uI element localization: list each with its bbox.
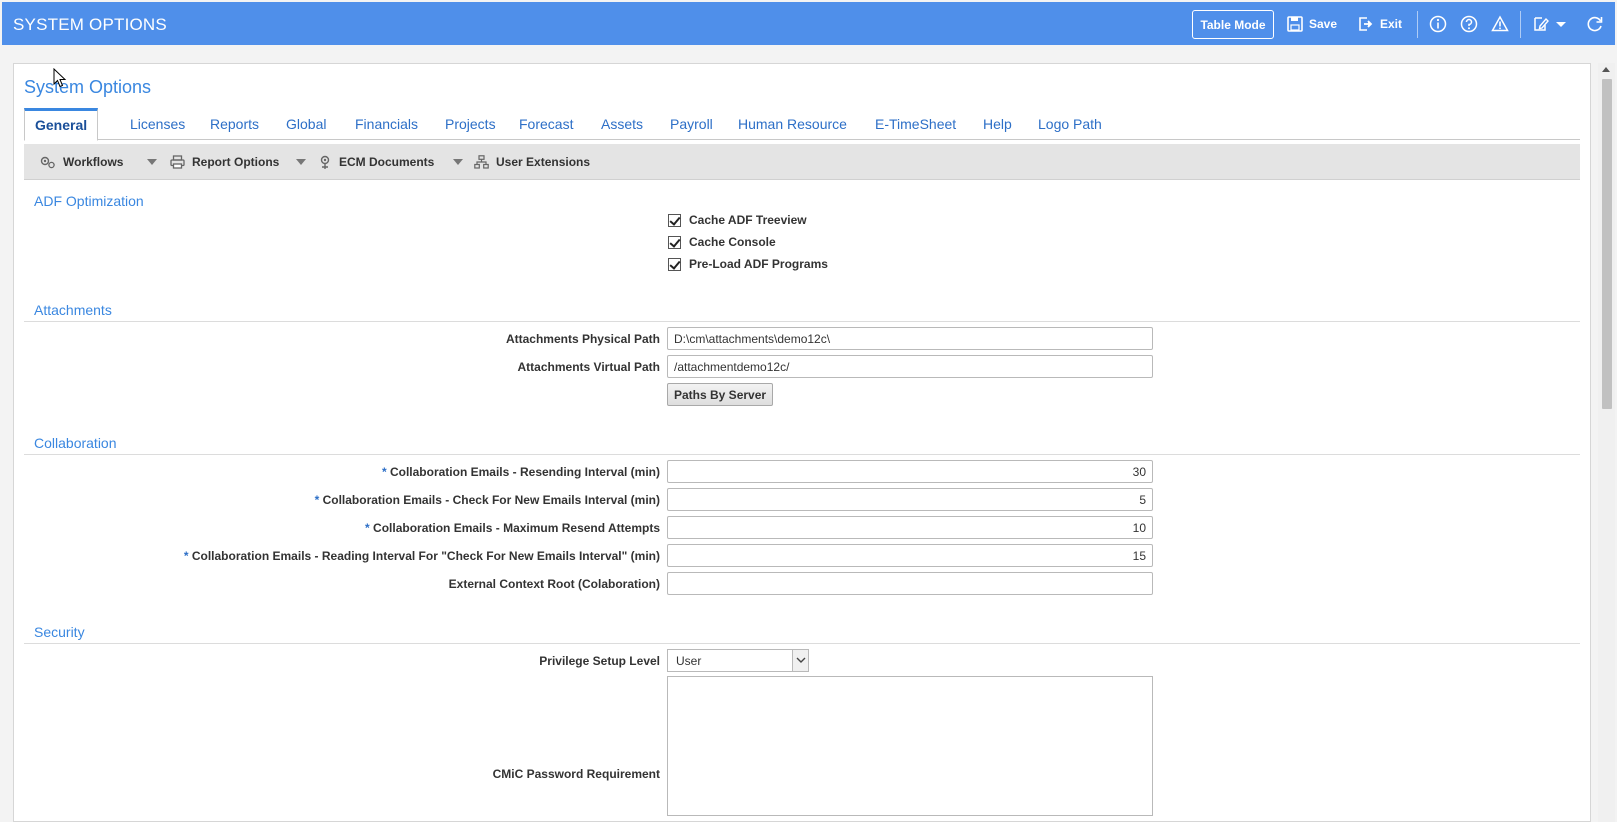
section-divider — [24, 643, 1580, 644]
max-resend-text: Collaboration Emails - Maximum Resend At… — [373, 521, 660, 535]
tab-logo-path[interactable]: Logo Path — [1038, 108, 1102, 140]
refresh-icon[interactable] — [1586, 15, 1604, 33]
table-mode-button[interactable]: Table Mode — [1192, 10, 1274, 39]
max-resend-input[interactable] — [667, 516, 1153, 539]
save-icon — [1287, 16, 1303, 32]
attachments-virtual-path-label: Attachments Virtual Path — [517, 360, 660, 374]
app-header: SYSTEM OPTIONS Table Mode Save Exit — [2, 2, 1615, 45]
section-attachments: Attachments — [34, 302, 112, 318]
privilege-setup-level-label: Privilege Setup Level — [539, 654, 660, 668]
tab-forecast[interactable]: Forecast — [519, 108, 573, 140]
workflows-dropdown-icon[interactable] — [147, 159, 157, 165]
resend-interval-label: * Collaboration Emails - Resending Inter… — [382, 465, 660, 479]
report-options-label: Report Options — [192, 155, 280, 169]
cache-adf-treeview-checkbox[interactable]: Cache ADF Treeview — [668, 213, 807, 227]
section-security: Security — [34, 624, 85, 640]
tab-human-resource[interactable]: Human Resource — [738, 108, 847, 140]
section-divider — [24, 321, 1580, 322]
tab-financials[interactable]: Financials — [355, 108, 418, 140]
gears-icon — [40, 156, 55, 169]
report-options-dropdown-icon[interactable] — [296, 159, 306, 165]
required-marker: * — [183, 549, 189, 563]
tab-payroll[interactable]: Payroll — [670, 108, 713, 140]
section-collaboration: Collaboration — [34, 435, 117, 451]
sub-toolbar: Workflows Report Options ECM Documents U… — [24, 144, 1580, 180]
check-interval-input[interactable] — [667, 488, 1153, 511]
toolbar-divider — [1417, 11, 1418, 38]
chevron-down-icon[interactable] — [1555, 15, 1567, 33]
paths-by-server-button[interactable]: Paths By Server — [667, 383, 774, 406]
page-title: System Options — [24, 77, 152, 97]
ecm-documents-dropdown-icon[interactable] — [453, 159, 463, 165]
save-button[interactable]: Save — [1287, 14, 1337, 34]
exit-button[interactable]: Exit — [1358, 14, 1402, 34]
privilege-setup-level-select[interactable]: User — [667, 649, 809, 672]
checkbox-checked-icon — [668, 213, 681, 227]
hierarchy-icon — [474, 155, 489, 169]
tab-projects[interactable]: Projects — [445, 108, 496, 140]
reading-interval-text: Collaboration Emails - Reading Interval … — [191, 549, 660, 563]
workflows-label: Workflows — [63, 155, 124, 169]
privilege-setup-level-value: User — [676, 654, 702, 668]
toolbar-divider — [1520, 11, 1521, 38]
cache-console-checkbox[interactable]: Cache Console — [668, 235, 776, 249]
exit-icon — [1359, 17, 1373, 31]
tab-e-timesheet[interactable]: E-TimeSheet — [875, 108, 956, 140]
checkbox-checked-icon — [668, 257, 681, 271]
ecm-documents-label: ECM Documents — [339, 155, 435, 169]
save-label: Save — [1309, 17, 1338, 31]
ecm-icon — [320, 155, 330, 169]
preload-adf-programs-checkbox[interactable]: Pre-Load ADF Programs — [668, 257, 828, 271]
scrollbar-thumb[interactable] — [1602, 79, 1612, 409]
reading-interval-label: * Collaboration Emails - Reading Interva… — [184, 549, 660, 563]
resend-interval-text: Collaboration Emails - Resending Interva… — [389, 465, 660, 479]
report-options-menu[interactable]: Report Options — [170, 144, 279, 180]
checkbox-checked-icon — [668, 235, 681, 249]
window-title: SYSTEM OPTIONS — [13, 15, 167, 34]
required-marker: * — [381, 465, 387, 479]
tab-licenses[interactable]: Licenses — [130, 108, 185, 140]
user-extensions-menu[interactable]: User Extensions — [474, 144, 590, 180]
printer-icon — [170, 155, 185, 169]
ecm-documents-menu[interactable]: ECM Documents — [318, 144, 434, 180]
check-interval-text: Collaboration Emails - Check For New Ema… — [322, 493, 660, 507]
checkbox-label: Cache Console — [689, 235, 776, 249]
attachments-physical-path-label: Attachments Physical Path — [505, 332, 660, 346]
exit-label: Exit — [1380, 17, 1403, 31]
cmic-password-requirement-label: CMiC Password Requirement — [492, 767, 660, 781]
external-context-root-label: External Context Root (Colaboration) — [448, 577, 660, 591]
warning-icon[interactable] — [1491, 15, 1509, 33]
edit-icon[interactable] — [1532, 15, 1550, 33]
user-extensions-label: User Extensions — [496, 155, 591, 169]
external-context-root-input[interactable] — [667, 572, 1153, 595]
checkbox-label: Pre-Load ADF Programs — [689, 257, 828, 271]
tab-reports[interactable]: Reports — [210, 108, 259, 140]
tab-bar: General Licenses Reports Global Financia… — [24, 108, 1580, 141]
cmic-password-requirement-textarea[interactable] — [667, 676, 1153, 816]
section-adf-optimization: ADF Optimization — [34, 193, 144, 209]
scroll-up-arrow-icon[interactable] — [1602, 67, 1610, 72]
tab-general[interactable]: General — [24, 108, 99, 141]
section-divider — [24, 454, 1580, 455]
reading-interval-input[interactable] — [667, 544, 1153, 567]
required-marker: * — [314, 493, 320, 507]
attachments-physical-path-input[interactable] — [667, 327, 1153, 350]
resend-interval-input[interactable] — [667, 460, 1153, 483]
workflows-menu[interactable]: Workflows — [40, 144, 123, 180]
main-panel: System Options General Licenses Reports … — [13, 63, 1591, 822]
tab-assets[interactable]: Assets — [601, 108, 643, 140]
chevron-down-icon[interactable] — [792, 650, 808, 671]
attachments-virtual-path-input[interactable] — [667, 355, 1153, 378]
vertical-scrollbar[interactable] — [1598, 63, 1615, 822]
mouse-cursor-icon — [53, 68, 67, 88]
required-marker: * — [365, 521, 370, 535]
max-resend-label: * Collaboration Emails - Maximum Resend … — [365, 521, 660, 535]
tab-help[interactable]: Help — [983, 108, 1012, 140]
checkbox-label: Cache ADF Treeview — [689, 213, 807, 227]
help-icon[interactable] — [1460, 15, 1478, 33]
info-icon[interactable] — [1429, 15, 1447, 33]
tab-global[interactable]: Global — [286, 108, 326, 140]
check-interval-label: * Collaboration Emails - Check For New E… — [315, 493, 660, 507]
